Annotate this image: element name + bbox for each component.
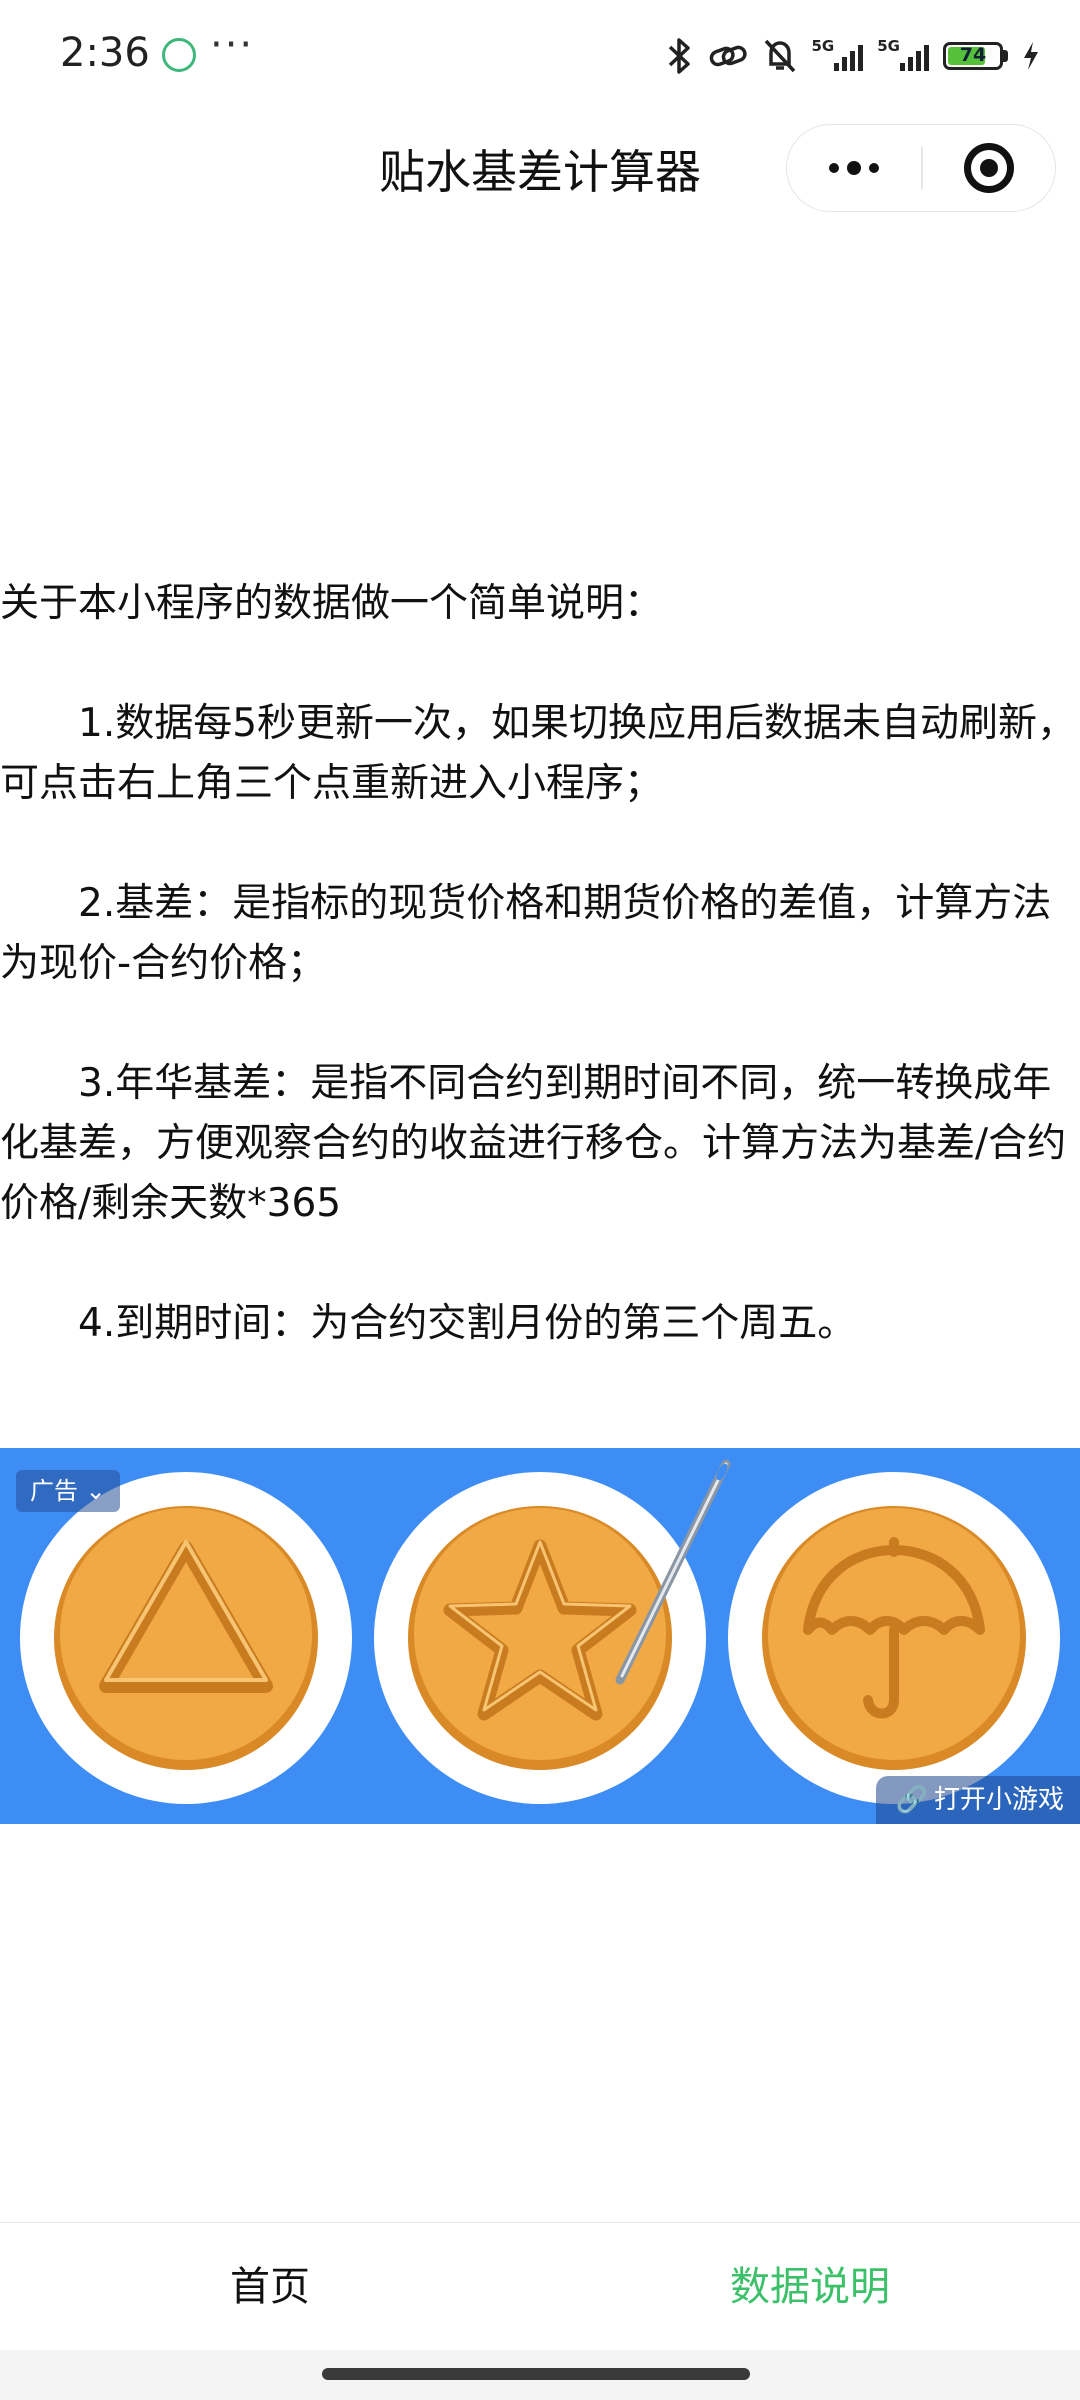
signal-5g-label-2: 5G (877, 37, 900, 55)
chevron-down-icon: ⌄ (78, 1477, 106, 1505)
status-bar: 2:36 ··· 5G 5G 74 (0, 0, 1080, 118)
mute-bell-icon (762, 37, 798, 75)
signal-5g-icon-1: 5G (812, 37, 864, 71)
charging-icon (1022, 41, 1040, 71)
signal-5g-label-1: 5G (811, 37, 835, 55)
triangle-icon (20, 1472, 352, 1804)
umbrella-icon (728, 1472, 1060, 1804)
status-icons: 5G 5G 74 (664, 34, 1041, 78)
more-notifications-icon: ··· (210, 22, 255, 68)
explanation-item-2: 2.基差：是指标的现货价格和期货价格的差值，计算方法为现价-合约价格； (0, 881, 1052, 986)
signal-5g-icon-2: 5G (877, 37, 929, 71)
close-mini-program-button[interactable] (923, 125, 1055, 211)
home-indicator[interactable] (322, 2368, 750, 2380)
status-time: 2:36 (60, 30, 150, 76)
tab-bar: 首页 数据说明 (0, 2222, 1080, 2351)
ad-banner[interactable]: 广告 ⌄ 🔗 打开小游戏 (0, 1448, 1080, 1824)
mini-program-capsule (786, 124, 1056, 212)
tab-data-explanation[interactable]: 数据说明 (540, 2223, 1080, 2351)
open-game-button[interactable]: 🔗 打开小游戏 (875, 1776, 1080, 1824)
needle-icon (615, 1459, 731, 1685)
explanation-item-1: 1.数据每5秒更新一次，如果切换应用后数据未自动刷新，可点击右上角三个点重新进入… (0, 701, 1077, 806)
ad-badge-label: 广告 (30, 1477, 78, 1505)
app-notification-icon (162, 38, 196, 72)
link-icon (708, 41, 748, 71)
more-options-button[interactable] (787, 125, 921, 211)
tab-home[interactable]: 首页 (0, 2223, 540, 2351)
battery-icon: 74 (943, 42, 1008, 70)
link-icon: 🔗 (895, 1785, 928, 1815)
explanation-content: 关于本小程序的数据做一个简单说明： 1.数据每5秒更新一次，如果切换应用后数据未… (0, 574, 1080, 1414)
ad-badge[interactable]: 广告 ⌄ (16, 1470, 120, 1512)
explanation-item-4: 4.到期时间：为合约交割月份的第三个周五。 (78, 1301, 857, 1346)
battery-level-text: 74 (959, 44, 987, 66)
intro-text: 关于本小程序的数据做一个简单说明： (0, 581, 664, 626)
open-game-label: 打开小游戏 (933, 1785, 1064, 1815)
bluetooth-icon (664, 37, 694, 75)
target-icon (964, 143, 1014, 193)
explanation-item-3: 3.年华基差：是指不同合约到期时间不同，统一转换成年化基差，方便观察合约的收益进… (0, 1061, 1067, 1226)
